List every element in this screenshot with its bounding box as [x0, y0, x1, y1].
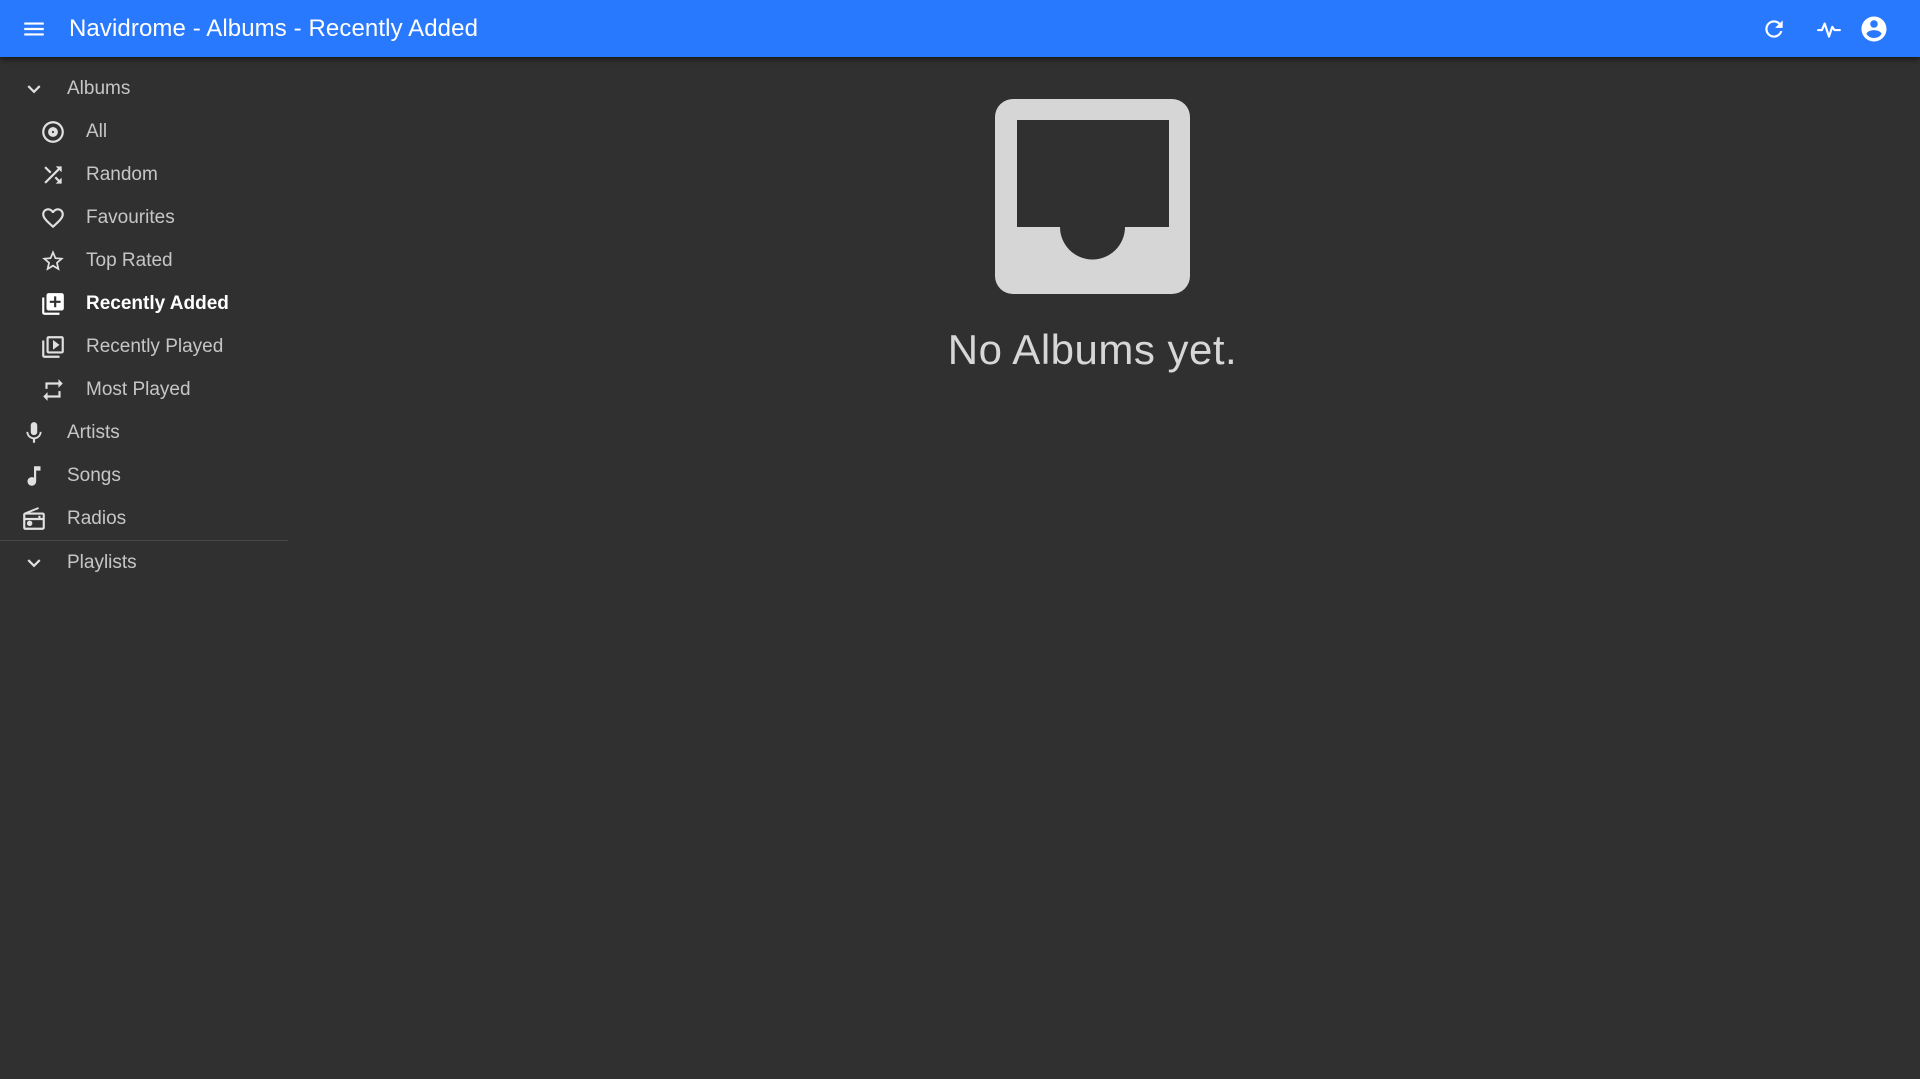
sidebar-group-albums[interactable]: Albums — [0, 67, 288, 110]
sidebar-item-label: Radios — [67, 508, 127, 529]
chevron-down-icon — [21, 550, 47, 576]
sidebar-item-top-rated[interactable]: Top Rated — [0, 239, 288, 282]
sidebar-item-recently-added[interactable]: Recently Added — [0, 282, 288, 325]
empty-state-message: No Albums yet. — [947, 326, 1238, 373]
sidebar-group-label: Playlists — [67, 552, 137, 573]
inbox-icon — [995, 99, 1190, 294]
account-circle-icon — [1861, 16, 1887, 42]
account-button[interactable] — [1856, 11, 1892, 47]
album-disc-icon — [40, 119, 66, 145]
radio-icon — [21, 506, 47, 532]
sidebar-item-label: Random — [86, 164, 158, 185]
shuffle-icon — [40, 162, 66, 188]
menu-icon — [24, 22, 44, 36]
sidebar-item-all[interactable]: All — [0, 110, 288, 153]
star-outline-icon — [40, 248, 66, 274]
sidebar-item-label: Songs — [67, 465, 121, 486]
app-bar: Navidrome - Albums - Recently Added — [0, 0, 1920, 57]
menu-button[interactable] — [17, 12, 51, 46]
heart-outline-icon — [40, 205, 66, 231]
chevron-down-icon — [21, 76, 47, 102]
sidebar-item-label: Most Played — [86, 379, 191, 400]
activity-icon — [1817, 22, 1841, 38]
repeat-icon — [40, 377, 66, 403]
page-title: Navidrome - Albums - Recently Added — [69, 15, 479, 42]
sidebar-group-label: Albums — [67, 78, 131, 99]
sidebar-item-label: Favourites — [86, 207, 175, 228]
music-note-icon — [21, 463, 47, 489]
sidebar-item-songs[interactable]: Songs — [0, 454, 288, 497]
library-add-icon — [40, 291, 66, 317]
sidebar-item-artists[interactable]: Artists — [0, 411, 288, 454]
sidebar-item-radios[interactable]: Radios — [0, 497, 288, 540]
sidebar-item-random[interactable]: Random — [0, 153, 288, 196]
sidebar-item-label: Top Rated — [86, 250, 173, 271]
sidebar-item-label: All — [86, 121, 108, 142]
sidebar-item-label: Artists — [67, 422, 120, 443]
refresh-button[interactable] — [1756, 11, 1792, 47]
refresh-icon — [1765, 20, 1783, 38]
sidebar-group-playlists[interactable]: Playlists — [0, 541, 288, 584]
sidebar-item-favourites[interactable]: Favourites — [0, 196, 288, 239]
sidebar-item-label: Recently Added — [86, 293, 229, 314]
microphone-icon — [21, 420, 47, 446]
sidebar-item-most-played[interactable]: Most Played — [0, 368, 288, 411]
activity-button[interactable] — [1811, 11, 1847, 47]
